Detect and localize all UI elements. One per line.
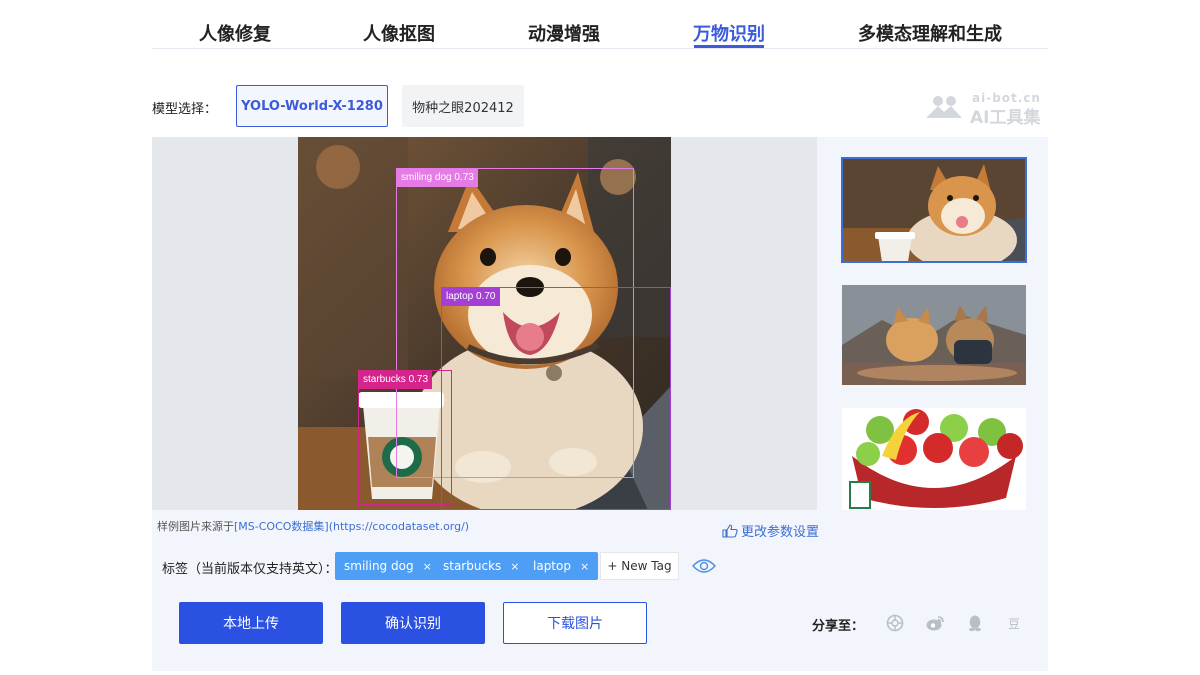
- tab-anime-enhance[interactable]: 动漫增强: [528, 20, 600, 46]
- tab-multimodal[interactable]: 多模态理解和生成: [858, 20, 1002, 46]
- qq-penguin-glyph: [969, 615, 981, 632]
- tab-portrait-restore[interactable]: 人像修复: [199, 20, 271, 46]
- remove-tag-icon[interactable]: ×: [423, 560, 432, 573]
- source-note-prefix: 样例图片来源于: [157, 520, 234, 533]
- share-label: 分享至：: [812, 619, 865, 634]
- remove-tag-icon[interactable]: ×: [580, 560, 589, 573]
- bbox-label-smiling-dog: smiling dog 0.73: [397, 169, 478, 187]
- tab-object-recognition[interactable]: 万物识别: [693, 20, 765, 46]
- thumbnail-fruit-image: [842, 408, 1026, 510]
- eye-icon[interactable]: [692, 557, 716, 575]
- tags-label: 标签（当前版本仅支持英文）：: [162, 562, 338, 577]
- coco-dataset-link[interactable]: [MS-COCO数据集](https://cocodataset.org/): [234, 520, 469, 533]
- logo-icon: [926, 96, 962, 118]
- thumbs-up-icon: [722, 523, 738, 538]
- qq-icon[interactable]: [964, 612, 986, 634]
- model-select-label: 模型选择：: [152, 102, 218, 117]
- thumbnail-fruit-basket[interactable]: [842, 408, 1026, 510]
- tag-text: starbucks: [443, 559, 502, 573]
- tab-portrait-matting[interactable]: 人像抠图: [363, 20, 435, 46]
- tab-bar: 人像修复 人像抠图 动漫增强 万物识别 多模态理解和生成: [152, 0, 1048, 49]
- thumbnail-shiba-image: [842, 158, 1026, 262]
- bbox-starbucks: [358, 370, 452, 505]
- thumbnail-shiba-cafe[interactable]: [841, 157, 1027, 263]
- model-option-yolo-world[interactable]: YOLO-World-X-1280: [236, 85, 388, 127]
- weibo-glyph: [926, 616, 944, 631]
- download-image-button[interactable]: 下载图片: [503, 602, 647, 644]
- model-option-species-eye[interactable]: 物种之眼202412: [402, 85, 524, 127]
- tag-starbucks: starbucks ×: [434, 552, 529, 580]
- bbox-label-starbucks: starbucks 0.73: [359, 371, 433, 389]
- tag-text: smiling dog: [344, 559, 414, 573]
- new-tag-button[interactable]: + New Tag: [600, 552, 679, 580]
- tag-laptop: laptop ×: [524, 552, 599, 580]
- remove-tag-icon[interactable]: ×: [510, 560, 519, 573]
- active-tab-indicator: [694, 45, 764, 48]
- image-source-note: 样例图片来源于[MS-COCO数据集](https://cocodataset.…: [157, 518, 469, 534]
- local-upload-button[interactable]: 本地上传: [179, 602, 323, 644]
- watermark-logo: ai-bot.cn AI工具集: [922, 88, 1050, 128]
- change-params-link[interactable]: 更改参数设置: [722, 521, 819, 540]
- thumbnail-cats-image: [842, 285, 1026, 385]
- bbox-laptop: [441, 287, 671, 510]
- aperture-glyph: [886, 614, 904, 632]
- bbox-label-laptop: laptop 0.70: [442, 288, 500, 306]
- tag-text: laptop: [533, 559, 571, 573]
- douban-glyph: 豆: [1007, 616, 1020, 631]
- confirm-recognition-button[interactable]: 确认识别: [341, 602, 485, 644]
- wechat-moments-icon[interactable]: [884, 612, 906, 634]
- thumbnail-cats-on-board[interactable]: [842, 285, 1026, 385]
- weibo-icon[interactable]: [924, 612, 946, 634]
- change-params-label: 更改参数设置: [741, 525, 820, 540]
- logo-name-text: AI工具集: [970, 108, 1041, 128]
- tag-smiling-dog: smiling dog ×: [335, 552, 441, 580]
- douban-icon[interactable]: 豆: [1003, 612, 1025, 634]
